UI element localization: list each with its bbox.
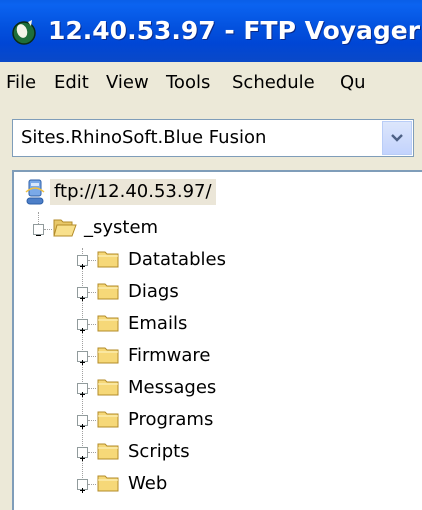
server-icon bbox=[25, 179, 45, 205]
folder-icon bbox=[97, 283, 119, 300]
tree-node-system[interactable]: _system bbox=[14, 212, 414, 244]
tree-node-folder[interactable]: Firmware bbox=[14, 340, 414, 372]
tree-folder-label: Scripts bbox=[128, 441, 190, 462]
title-bar[interactable]: 12.40.53.97 - FTP Voyager bbox=[0, 0, 422, 62]
tree-folder-label: Emails bbox=[128, 313, 188, 334]
site-dropdown-button[interactable] bbox=[382, 121, 412, 155]
site-selector-value: Sites.RhinoSoft.Blue Fusion bbox=[21, 127, 267, 148]
tree-node-folder[interactable]: Programs bbox=[14, 404, 414, 436]
menu-view[interactable]: View bbox=[106, 70, 149, 96]
tree-connector bbox=[88, 292, 96, 293]
menu-tools[interactable]: Tools bbox=[166, 70, 210, 96]
expand-icon[interactable] bbox=[77, 479, 88, 493]
site-selector[interactable]: Sites.RhinoSoft.Blue Fusion bbox=[12, 119, 414, 157]
tree-folder-label: Programs bbox=[128, 409, 214, 430]
site-toolbar: Sites.RhinoSoft.Blue Fusion bbox=[0, 104, 422, 170]
folder-icon bbox=[97, 443, 119, 460]
ftp-voyager-window: 12.40.53.97 - FTP Voyager File Edit View… bbox=[0, 0, 422, 510]
tree-node-folder[interactable]: Emails bbox=[14, 308, 414, 340]
expand-icon[interactable] bbox=[77, 255, 88, 269]
tree-folder-label: Web bbox=[128, 473, 168, 494]
tree-connector bbox=[88, 388, 96, 389]
tree-root-label: ftp://12.40.53.97/ bbox=[50, 179, 216, 205]
tree-node-folder[interactable]: Web bbox=[14, 468, 414, 500]
folder-tree[interactable]: ftp://12.40.53.97/ _system Datatables Di… bbox=[12, 170, 422, 510]
tree-node-root[interactable]: ftp://12.40.53.97/ bbox=[14, 176, 414, 208]
menu-edit[interactable]: Edit bbox=[54, 70, 89, 96]
tree-folder-label: Diags bbox=[128, 281, 179, 302]
folder-icon bbox=[97, 379, 119, 396]
menu-schedule[interactable]: Schedule bbox=[232, 70, 315, 96]
menu-file[interactable]: File bbox=[6, 70, 36, 96]
tree-connector bbox=[88, 356, 96, 357]
menu-bar: File Edit View Tools Schedule Qu bbox=[0, 62, 422, 105]
tree-connector bbox=[88, 260, 96, 261]
tree-node-folder[interactable]: Datatables bbox=[14, 244, 414, 276]
expand-icon[interactable] bbox=[77, 287, 88, 301]
menu-quick[interactable]: Qu bbox=[340, 70, 366, 96]
folder-icon bbox=[97, 315, 119, 332]
ftp-voyager-app-icon bbox=[12, 20, 36, 45]
tree-connector bbox=[88, 452, 96, 453]
tree-node-folder[interactable]: Messages bbox=[14, 372, 414, 404]
folder-icon bbox=[97, 251, 119, 268]
tree-folder-label: Messages bbox=[128, 377, 217, 398]
folder-open-icon bbox=[53, 219, 77, 237]
folder-icon bbox=[97, 347, 119, 364]
tree-system-label: _system bbox=[84, 217, 159, 238]
expand-icon[interactable] bbox=[77, 351, 88, 365]
chevron-down-icon bbox=[391, 134, 403, 142]
tree-node-folder[interactable]: Scripts bbox=[14, 436, 414, 468]
tree-connector bbox=[88, 420, 96, 421]
tree-connector bbox=[44, 229, 52, 230]
tree-connector bbox=[88, 324, 96, 325]
expand-icon[interactable] bbox=[77, 447, 88, 461]
folder-icon bbox=[97, 411, 119, 428]
expand-icon[interactable] bbox=[77, 415, 88, 429]
tree-folder-label: Firmware bbox=[128, 345, 211, 366]
collapse-icon[interactable] bbox=[33, 224, 44, 236]
expand-icon[interactable] bbox=[77, 319, 88, 333]
tree-folder-label: Datatables bbox=[128, 249, 226, 270]
tree-connector bbox=[88, 484, 96, 485]
tree-node-folder[interactable]: Diags bbox=[14, 276, 414, 308]
folder-icon bbox=[97, 475, 119, 492]
window-title: 12.40.53.97 - FTP Voyager bbox=[48, 16, 421, 45]
expand-icon[interactable] bbox=[77, 383, 88, 397]
